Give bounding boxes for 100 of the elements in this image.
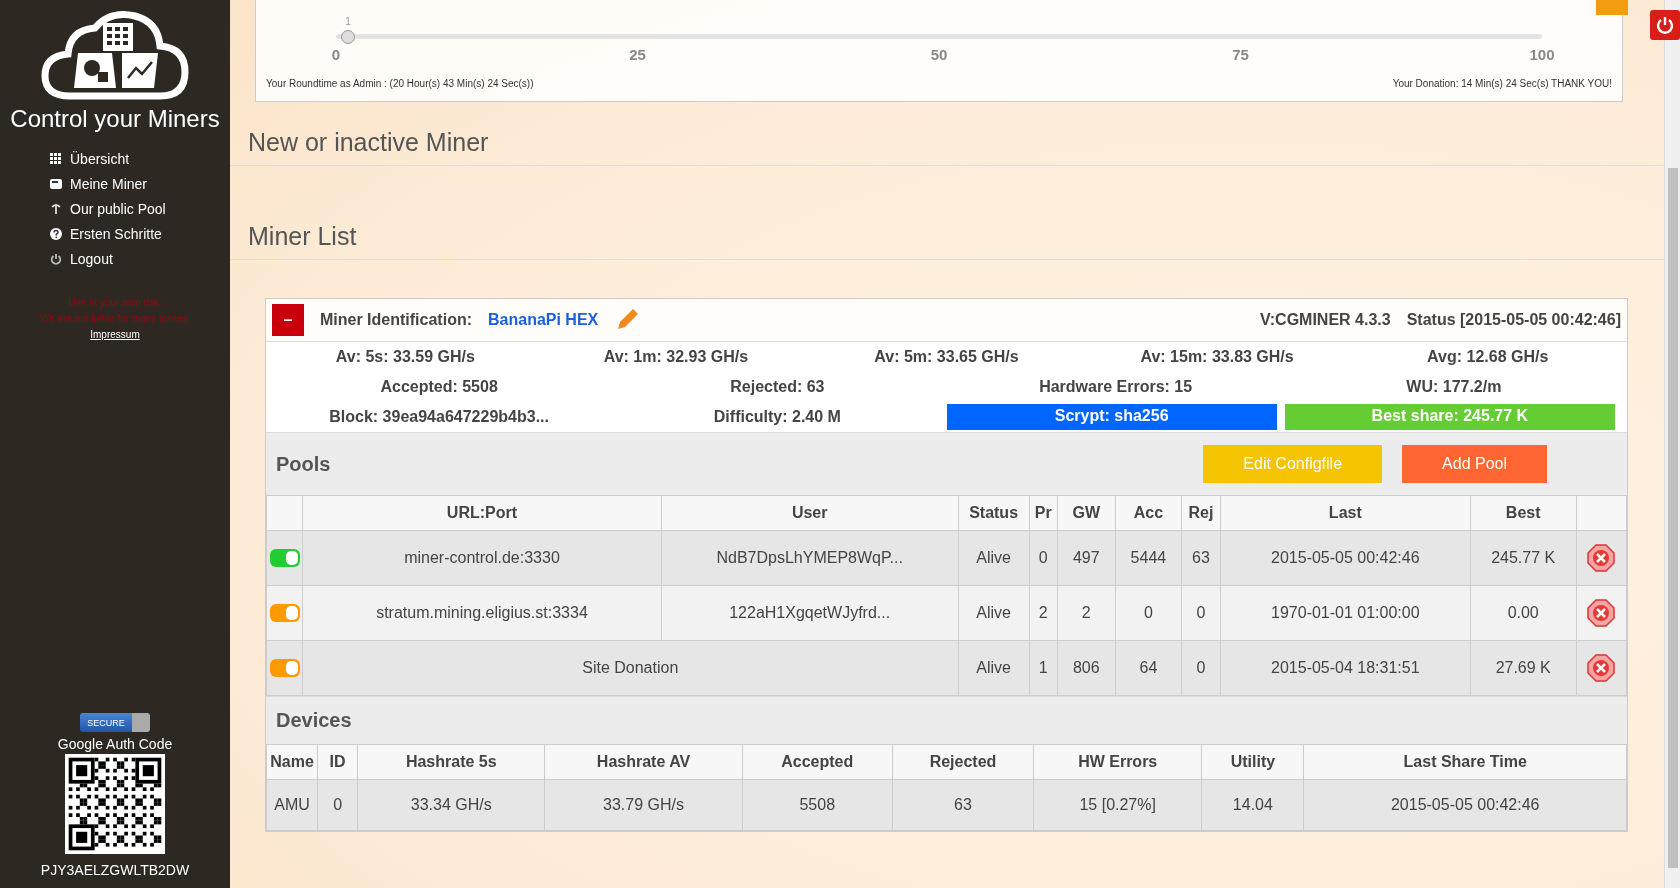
stat-text: Difficulty: 2.40 M [712, 407, 842, 427]
disclaimer-text: We are not liable for many losses. [39, 312, 191, 326]
table-cell: 806 [1057, 640, 1116, 696]
column-header: Rejected [892, 744, 1034, 780]
table-cell: 2015-05-05 00:42:46 [1220, 530, 1471, 586]
table-cell: 245.77 K [1470, 530, 1577, 586]
table-cell: Alive [958, 640, 1030, 696]
power-icon [1656, 16, 1674, 34]
grid-icon [50, 153, 62, 165]
table-cell: 63 [1181, 530, 1221, 586]
delete-icon[interactable] [1587, 654, 1616, 682]
status-text: Status [2015-05-05 00:42:46] [1406, 311, 1621, 329]
column-header: Utility [1201, 744, 1304, 780]
pools-title: Pools [276, 452, 331, 476]
table-cell: 2015-05-05 00:42:46 [1303, 779, 1627, 831]
stat-text: Av: 1m: 32.93 GH/s [602, 347, 750, 367]
delete-icon[interactable] [1587, 599, 1616, 627]
nav-item[interactable]: Our public Pool [50, 201, 166, 217]
column-header: HW Errors [1033, 744, 1202, 780]
brand-title: Control your Miners [10, 105, 220, 133]
table-cell: 0.00 [1470, 585, 1577, 641]
table-cell: NdB7DpsLhYMEP8WqP... [661, 530, 958, 586]
table-cell: 14.04 [1201, 779, 1304, 831]
tick-label: 25 [629, 46, 646, 63]
table-cell: 2 [1029, 585, 1058, 641]
table-cell: Alive [958, 585, 1030, 641]
section-heading: New or inactive Miner [230, 128, 1665, 166]
pool-toggle[interactable] [269, 549, 300, 568]
tick-label: 50 [930, 46, 948, 63]
power-button[interactable] [1650, 10, 1680, 40]
table-cell: 5508 [742, 779, 893, 831]
scrollbar[interactable] [1664, 0, 1680, 888]
table-cell: 2 [1057, 585, 1116, 641]
table-cell: 0 [1181, 585, 1221, 641]
table-cell: 15 [0.27%] [1033, 779, 1202, 831]
help-icon [50, 228, 62, 240]
roundtime-text: Your Roundtime as Admin : (20 Hour(s) 43 Min(s) 24 Sec(s)) [266, 78, 534, 89]
stat-text: Av: 5m: 33.65 GH/s [873, 347, 1020, 367]
devices-title: Devices [276, 709, 352, 732]
column-header: Accepted [742, 744, 893, 780]
pool-toggle[interactable] [269, 659, 300, 678]
column-header: Last [1220, 495, 1471, 531]
column-header: Rej [1181, 495, 1221, 531]
table-cell: 0 [317, 779, 358, 831]
pool-toggle[interactable] [269, 604, 300, 623]
tick-label: 75 [1232, 46, 1249, 63]
table-cell: 0 [1115, 585, 1182, 641]
stat-text: Avg: 12.68 GH/s [1426, 347, 1550, 367]
table-cell: 2015-05-04 18:31:51 [1220, 640, 1471, 696]
delete-icon[interactable] [1587, 544, 1616, 572]
column-header: GW [1057, 495, 1116, 531]
pickaxe-icon [50, 203, 62, 215]
card-icon [50, 178, 62, 190]
table-cell: 63 [892, 779, 1034, 831]
table-cell: 1970-01-01 01:00:00 [1220, 585, 1471, 641]
stat-badge: Scrypt: sha256 [946, 404, 1277, 430]
disclaimer-text: Use at your own risk. [67, 296, 163, 310]
column-header: Hashrate AV [544, 744, 743, 780]
table-cell: Alive [958, 530, 1030, 586]
column-header: Acc [1115, 495, 1182, 531]
column-header: Hashrate 5s [357, 744, 545, 780]
column-header: Status [958, 495, 1030, 531]
column-header: Name [266, 744, 318, 780]
column-header: User [661, 495, 958, 531]
column-header: Last Share Time [1303, 744, 1627, 780]
stat-text: Hardware Errors: 15 [1038, 377, 1194, 397]
slider-value: 1 [345, 16, 351, 27]
auth-label: Google Auth Code [57, 736, 173, 752]
table-cell: 27.69 K [1470, 640, 1577, 696]
stat-badge: Best share: 245.77 K [1284, 404, 1615, 430]
collapse-button[interactable]: – [272, 304, 304, 336]
nav-item[interactable]: Logout [50, 251, 166, 267]
nav-item[interactable]: Ersten Schritte [50, 226, 166, 242]
table-cell: 33.79 GH/s [544, 779, 743, 831]
table-cell: 497 [1057, 530, 1116, 586]
section-heading: Miner List [230, 222, 1665, 260]
nav-item[interactable]: Übersicht [50, 151, 166, 167]
stat-text: Av: 5s: 33.59 GH/s [334, 347, 476, 367]
stat-text: Rejected: 63 [729, 377, 826, 397]
power-icon [50, 253, 62, 265]
column-header: URL:Port [302, 495, 662, 531]
column-header: ID [317, 744, 358, 780]
column-header: Pr [1029, 495, 1058, 531]
impressum-link[interactable]: Impressum [90, 329, 140, 340]
tick-label: 100 [1529, 46, 1555, 63]
table-cell: stratum.mining.eligius.st:3334 [302, 585, 662, 641]
table-cell: 33.34 GH/s [357, 779, 545, 831]
slider-thumb[interactable] [341, 30, 356, 44]
tick-label: 0 [331, 46, 341, 63]
miner-name-link[interactable]: BananaPi HEX [488, 311, 599, 329]
nav-item[interactable]: Meine Miner [50, 176, 166, 192]
stat-text: Av: 15m: 33.83 GH/s [1139, 347, 1295, 367]
table-cell: miner-control.de:3330 [302, 530, 662, 586]
stat-text: WU: 177.2/m [1405, 377, 1503, 397]
version-text: V:CGMINER 4.3.3 [1259, 311, 1391, 329]
table-cell: AMU [266, 779, 318, 831]
table-cell: 5444 [1115, 530, 1182, 586]
column-header: Best [1470, 495, 1577, 531]
stat-text: Block: 39ea94a647229b4b3... [328, 407, 550, 427]
table-cell: Site Donation [302, 640, 958, 696]
